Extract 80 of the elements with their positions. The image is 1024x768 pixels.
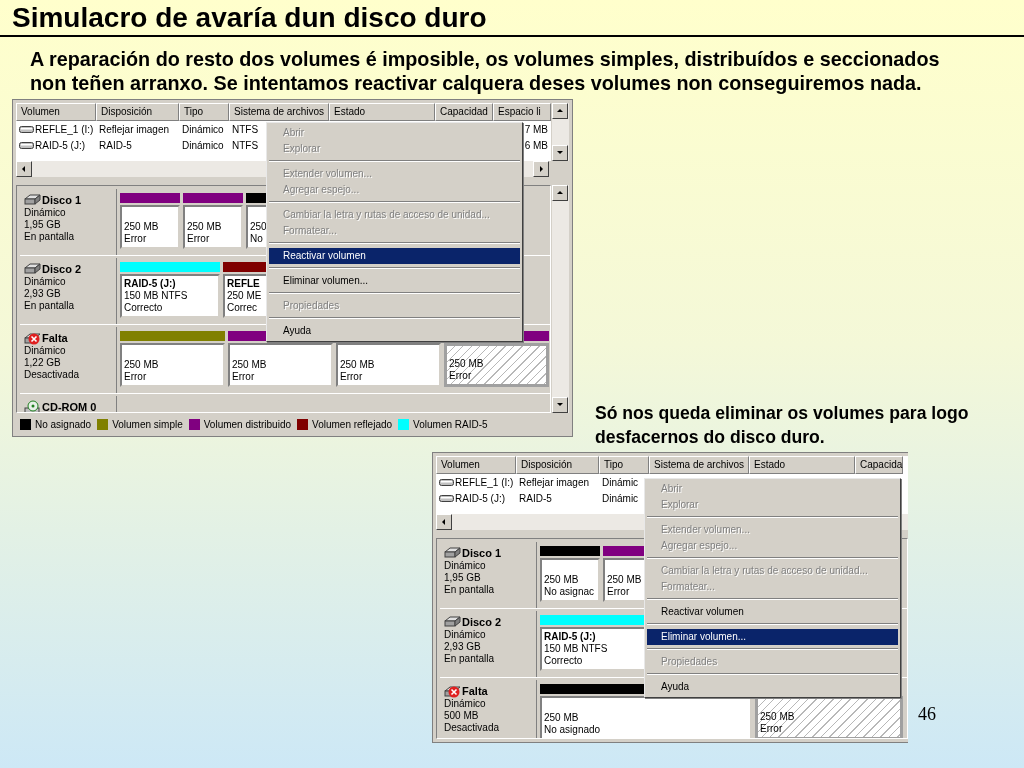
- legend-label: Volumen reflejado: [312, 418, 393, 430]
- table-cell: Dinámic: [602, 492, 639, 504]
- disk-name: CD-ROM 0: [42, 401, 97, 412]
- disk-info: Desactivada: [24, 369, 81, 381]
- disk-info: 2,93 GB: [24, 288, 62, 300]
- volume-info: Correc: [227, 302, 258, 314]
- volume-info: 250 MB: [760, 711, 796, 723]
- volume-name: RAID-5 (J:): [124, 277, 177, 290]
- volume-info: 250 MB: [340, 359, 376, 371]
- disk-info: Desactivada: [444, 722, 501, 734]
- legend-label: Volumen distribuido: [203, 418, 292, 430]
- disk-info: Dinámico: [444, 698, 487, 710]
- disk-name: Disco 2: [462, 616, 502, 628]
- page-number: 46: [918, 704, 936, 725]
- table-cell: 7 MB: [524, 123, 548, 135]
- volume-info: No asignac: [544, 586, 596, 598]
- table-cell: RAID-5: [519, 492, 552, 504]
- volume-info: No: [250, 233, 264, 245]
- volume-info: 250 MB: [449, 358, 485, 370]
- disk-info: 500 MB: [444, 710, 480, 722]
- disk-info: En pantalla: [444, 584, 496, 596]
- disk-info: 1,95 GB: [24, 219, 62, 231]
- volume-info: 250 MB: [544, 574, 580, 586]
- disk-info: Dinámico: [24, 345, 67, 357]
- volume-info: Correcto: [124, 302, 164, 314]
- note-paragraph: Só nos queda eliminar os volumes para logo desfacernos do disco duro.: [595, 402, 970, 449]
- volume-info: Error: [607, 586, 631, 598]
- disk-name: Falta: [42, 332, 68, 344]
- table-cell: Dinámico: [182, 123, 224, 135]
- disk-info: 1,95 GB: [444, 572, 482, 584]
- disk-info: 1,22 GB: [24, 357, 62, 369]
- volume-info: Error: [449, 370, 473, 382]
- table-cell: RAID-5 (J:): [35, 139, 85, 151]
- table-cell: Dinámico: [182, 139, 224, 151]
- disk-info: En pantalla: [444, 653, 496, 665]
- table-cell: Reflejar imagen: [99, 123, 170, 135]
- volume-info: Error: [232, 371, 256, 383]
- volume-name: RAID-5 (J:): [544, 630, 597, 643]
- volume-info: 150 MB NTFS: [124, 290, 189, 302]
- table-cell: REFLE_1 (I:): [35, 123, 94, 135]
- intro-paragraph: A reparación do resto dos volumes é imposible, os volumes simples, distribuídos e seccionados non teñen arranxo. Se intentamos reactivar calquera deses volumes non conseguiremos nada.: [30, 47, 941, 95]
- volume-info: Error: [187, 233, 211, 245]
- disk-info: Dinámico: [444, 629, 487, 641]
- disk-name: Falta: [462, 685, 488, 697]
- table-cell: RAID-5: [99, 139, 132, 151]
- volume-info: Error: [340, 371, 364, 383]
- disk-info: Dinámico: [24, 276, 67, 288]
- volume-info: 250 MB: [124, 221, 160, 233]
- disk-info: 2,93 GB: [444, 641, 482, 653]
- volume-info: 250 MB: [544, 712, 580, 724]
- table-cell: RAID-5 (J:): [455, 492, 505, 504]
- volume-name: REFLE: [227, 277, 261, 290]
- table-cell: Reflejar imagen: [519, 476, 590, 488]
- disk-name: Disco 2: [42, 263, 82, 275]
- disk-info: En pantalla: [24, 231, 76, 243]
- table-cell: NTFS: [232, 123, 259, 135]
- volume-info: 250 ME: [227, 290, 263, 302]
- disk-info: En pantalla: [24, 300, 76, 312]
- volume-info: No asignado: [544, 724, 602, 736]
- disk-info: Dinámico: [444, 560, 487, 572]
- table-cell: Dinámic: [602, 476, 639, 488]
- legend-label: Volumen simple: [112, 418, 183, 430]
- table-cell: REFLE_1 (I:): [455, 476, 514, 488]
- table-cell: 6 MB: [524, 139, 548, 151]
- table-cell: NTFS: [232, 139, 259, 151]
- volume-info: 250 MB: [124, 359, 160, 371]
- volume-info: 250 MB: [232, 359, 268, 371]
- legend-label: No asignado: [35, 418, 92, 430]
- legend-label: Volumen RAID-5: [413, 418, 488, 430]
- volume-info: 250 MB: [607, 574, 643, 586]
- volume-info: Error: [760, 723, 784, 735]
- disk-name: Disco 1: [42, 194, 82, 206]
- volume-info: 150 MB NTFS: [544, 643, 609, 655]
- disk-info: Dinámico: [24, 207, 67, 219]
- slide-title: Simulacro de avaría dun disco duro: [12, 4, 488, 32]
- volume-info: Error: [124, 371, 148, 383]
- disk-name: Disco 1: [462, 547, 502, 559]
- volume-info: Error: [124, 233, 148, 245]
- volume-info: 250 MB: [187, 221, 223, 233]
- volume-info: Correcto: [544, 655, 584, 667]
